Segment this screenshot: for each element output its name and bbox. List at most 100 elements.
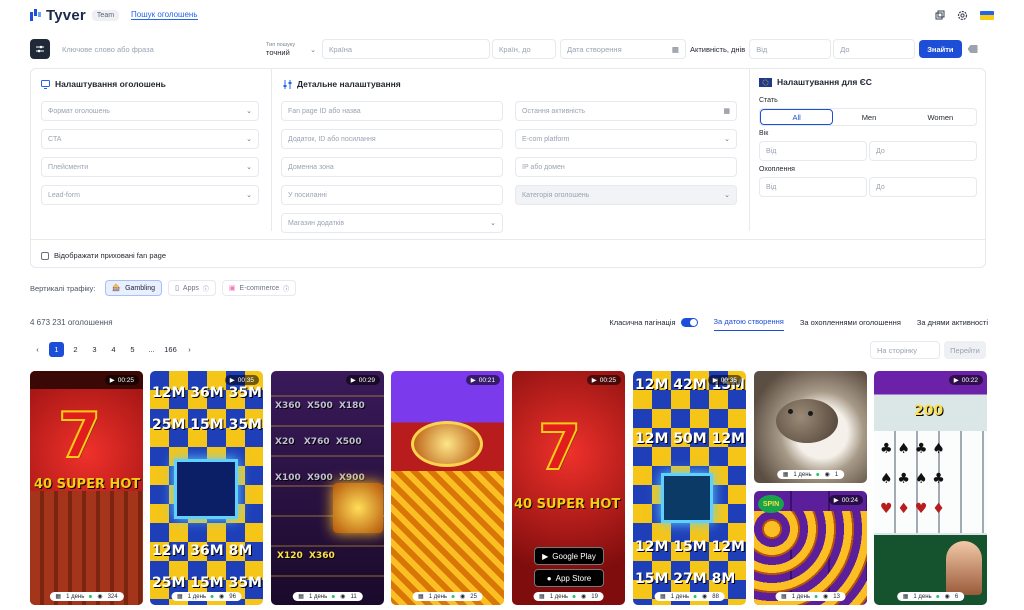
calendar-icon: ▦ [539,594,545,600]
ukraine-flag-icon[interactable] [980,10,994,20]
page-4[interactable]: 4 [106,342,121,357]
cta-select[interactable]: CTA ⌄ [41,129,259,149]
sort-by-date-tab[interactable]: За датою створення [713,317,784,331]
ad-format-select[interactable]: Формат оголошень ⌄ [41,101,259,121]
age-to-input[interactable]: До [869,141,977,161]
results-header: 4 673 231 оголошення Класична пагінація … [30,315,988,331]
page-2[interactable]: 2 [68,342,83,357]
app-store-select[interactable]: Магазин додатків ⌄ [281,213,503,233]
next-page-icon[interactable]: › [182,342,197,357]
show-hidden-row[interactable]: Відображати приховані fan page [41,251,166,260]
filters-panel: Налаштування оголошень Формат оголошень ⌄… [30,68,986,268]
layers-icon: ◉ [944,594,950,600]
ad-card[interactable]: 200 ♣ ♠ ♣ ♠ ♠ ♣ ♠ ♣ ♥ ♦ ♥ ♦ ▶ 00:22 ▦ 1 де… [874,371,987,605]
ad-card[interactable]: X360 X500 X180 X20 X760 X500 X100 X900 X… [271,371,384,605]
gender-men-option[interactable]: Men [833,109,904,125]
play-icon: ▶ [953,377,959,384]
ad-card[interactable]: 7 40 SUPER HOT ▶ Google Play ● App Store ▶… [512,371,625,605]
play-icon: ▶ [833,497,839,504]
duration-badge: ▶ 00:25 [104,375,139,385]
prev-page-icon[interactable]: ‹ [30,342,45,357]
card-stats: ▦ 1 день ◉ 1 [776,470,845,479]
goto-page-input[interactable]: На сторінку [870,341,940,359]
copy-icon[interactable] [934,10,945,21]
country-input[interactable]: Країна [322,39,490,59]
calendar-icon: ▦ [177,594,183,600]
search-type-value: точний [266,47,290,57]
classic-pagination-toggle[interactable] [680,317,698,327]
find-button[interactable]: Знайти [919,40,962,58]
filter-icon [36,45,44,53]
app-input[interactable]: Додаток, ID або посилання [281,129,503,149]
classic-pagination-label: Класична пагінація [609,317,676,327]
ad-card[interactable]: 7 40 SUPER HOT ▶ 00:25 ▦ 1 день ◉ 324 [30,371,143,605]
info-icon: ⓘ [283,286,290,293]
verticals-label: Вертикалі трафіку: [30,283,96,293]
vertical-apps[interactable]: ▯ Apps ⓘ [168,280,216,296]
gender-all-option[interactable]: All [760,109,834,125]
sort-by-reach-tab[interactable]: За охопленнями оголошення [800,318,901,327]
calendar-icon: ▦ [782,472,789,478]
logo[interactable]: Tyver [30,7,86,24]
eu-settings-title: Налаштування для ЄС [759,77,872,87]
search-type-select[interactable]: Тип пошуку точний ⌄ [262,38,320,60]
gear-icon[interactable] [957,10,968,21]
monitor-icon [41,79,50,89]
lead-form-select[interactable]: Lead-form ⌄ [41,185,259,205]
domain-zone-input[interactable]: Доменна зона [281,157,503,177]
calendar-icon: ▦ [660,594,666,600]
placements-select[interactable]: Плейсменти ⌄ [41,157,259,177]
age-from-input[interactable]: Від [759,141,867,161]
reach-from-input[interactable]: Від [759,177,867,197]
page-3[interactable]: 3 [87,342,102,357]
calendar-icon: ▦ [298,594,304,600]
play-icon: ▶ [109,377,115,384]
fan-page-input[interactable]: Fan page ID або назва [281,101,503,121]
last-activity-input[interactable]: Остання активність ▦ [515,101,737,121]
country-to-input[interactable]: Країн, до [492,39,556,59]
created-date-input[interactable]: Дата створення ▦ [560,39,686,59]
page-1[interactable]: 1 [49,342,64,357]
activity-to-input[interactable]: До [833,39,916,59]
card-stats: ▦ 1 день ◉ 324 [49,592,124,601]
sliders-icon [283,79,292,89]
keyword-input[interactable]: Ключове слово або фраза [56,39,262,59]
filter-toggle-button[interactable] [30,39,50,59]
apple-icon: ● [546,573,552,583]
duration-badge: ▶ 00:29 [345,375,380,385]
ad-card[interactable]: 12M 42M 15M 12M 50M 12M 12M 15M 12M 15M … [633,371,746,605]
pagination: ‹ 1 2 3 4 5 ... 166 › [30,342,197,357]
activity-from-input[interactable]: Від [749,39,832,59]
page-last[interactable]: 166 [163,342,178,357]
ecom-platform-select[interactable]: E-com platform ⌄ [515,129,737,149]
vertical-ecommerce[interactable]: ▣ E-commerce ⓘ [221,280,297,296]
gender-women-option[interactable]: Women [905,109,976,125]
gender-label: Стать [759,97,778,104]
duration-badge: ▶ 00:25 [586,375,621,385]
duration-badge: ▶ 00:22 [948,375,983,385]
play-icon: ▶ [470,377,476,384]
layers-icon: ◉ [824,472,830,478]
in-link-input[interactable]: У посиланні [281,185,503,205]
reach-to-input[interactable]: До [869,177,977,197]
layers-icon: ◉ [460,594,466,600]
play-icon: ▶ [712,377,718,384]
team-badge: Team [91,9,120,21]
page-5[interactable]: 5 [125,342,140,357]
card-stats: ▦ 1 день ◉ 19 [533,592,604,601]
vertical-gambling[interactable]: 🎰 Gambling [105,280,163,296]
ad-card[interactable]: 12M 36M 35M 25M 15M 35M 12M 36M 8M 25M 1… [150,371,263,605]
play-icon: ▶ [591,377,597,384]
nav-search-ads[interactable]: Пошук оголошень [131,10,198,20]
ad-card[interactable]: ▦ 1 день ◉ 1 [754,371,867,483]
card-stats: ▦ 1 день ◉ 11 [292,592,363,601]
show-hidden-checkbox[interactable] [41,251,49,260]
ad-card[interactable]: ▶ 00:21 ▦ 1 день ◉ 25 [391,371,504,605]
sort-by-activity-tab[interactable]: За днями активності [917,318,988,327]
age-label: Вік [759,130,769,137]
ip-domain-input[interactable]: IP або домен [515,157,737,177]
ad-card[interactable]: SPIN ▶ 00:24 ▦ 1 день ◉ 13 [754,491,867,605]
clear-icon[interactable] [967,45,978,53]
goto-page-button[interactable]: Перейти [944,341,986,359]
logo-text: Tyver [46,6,86,24]
